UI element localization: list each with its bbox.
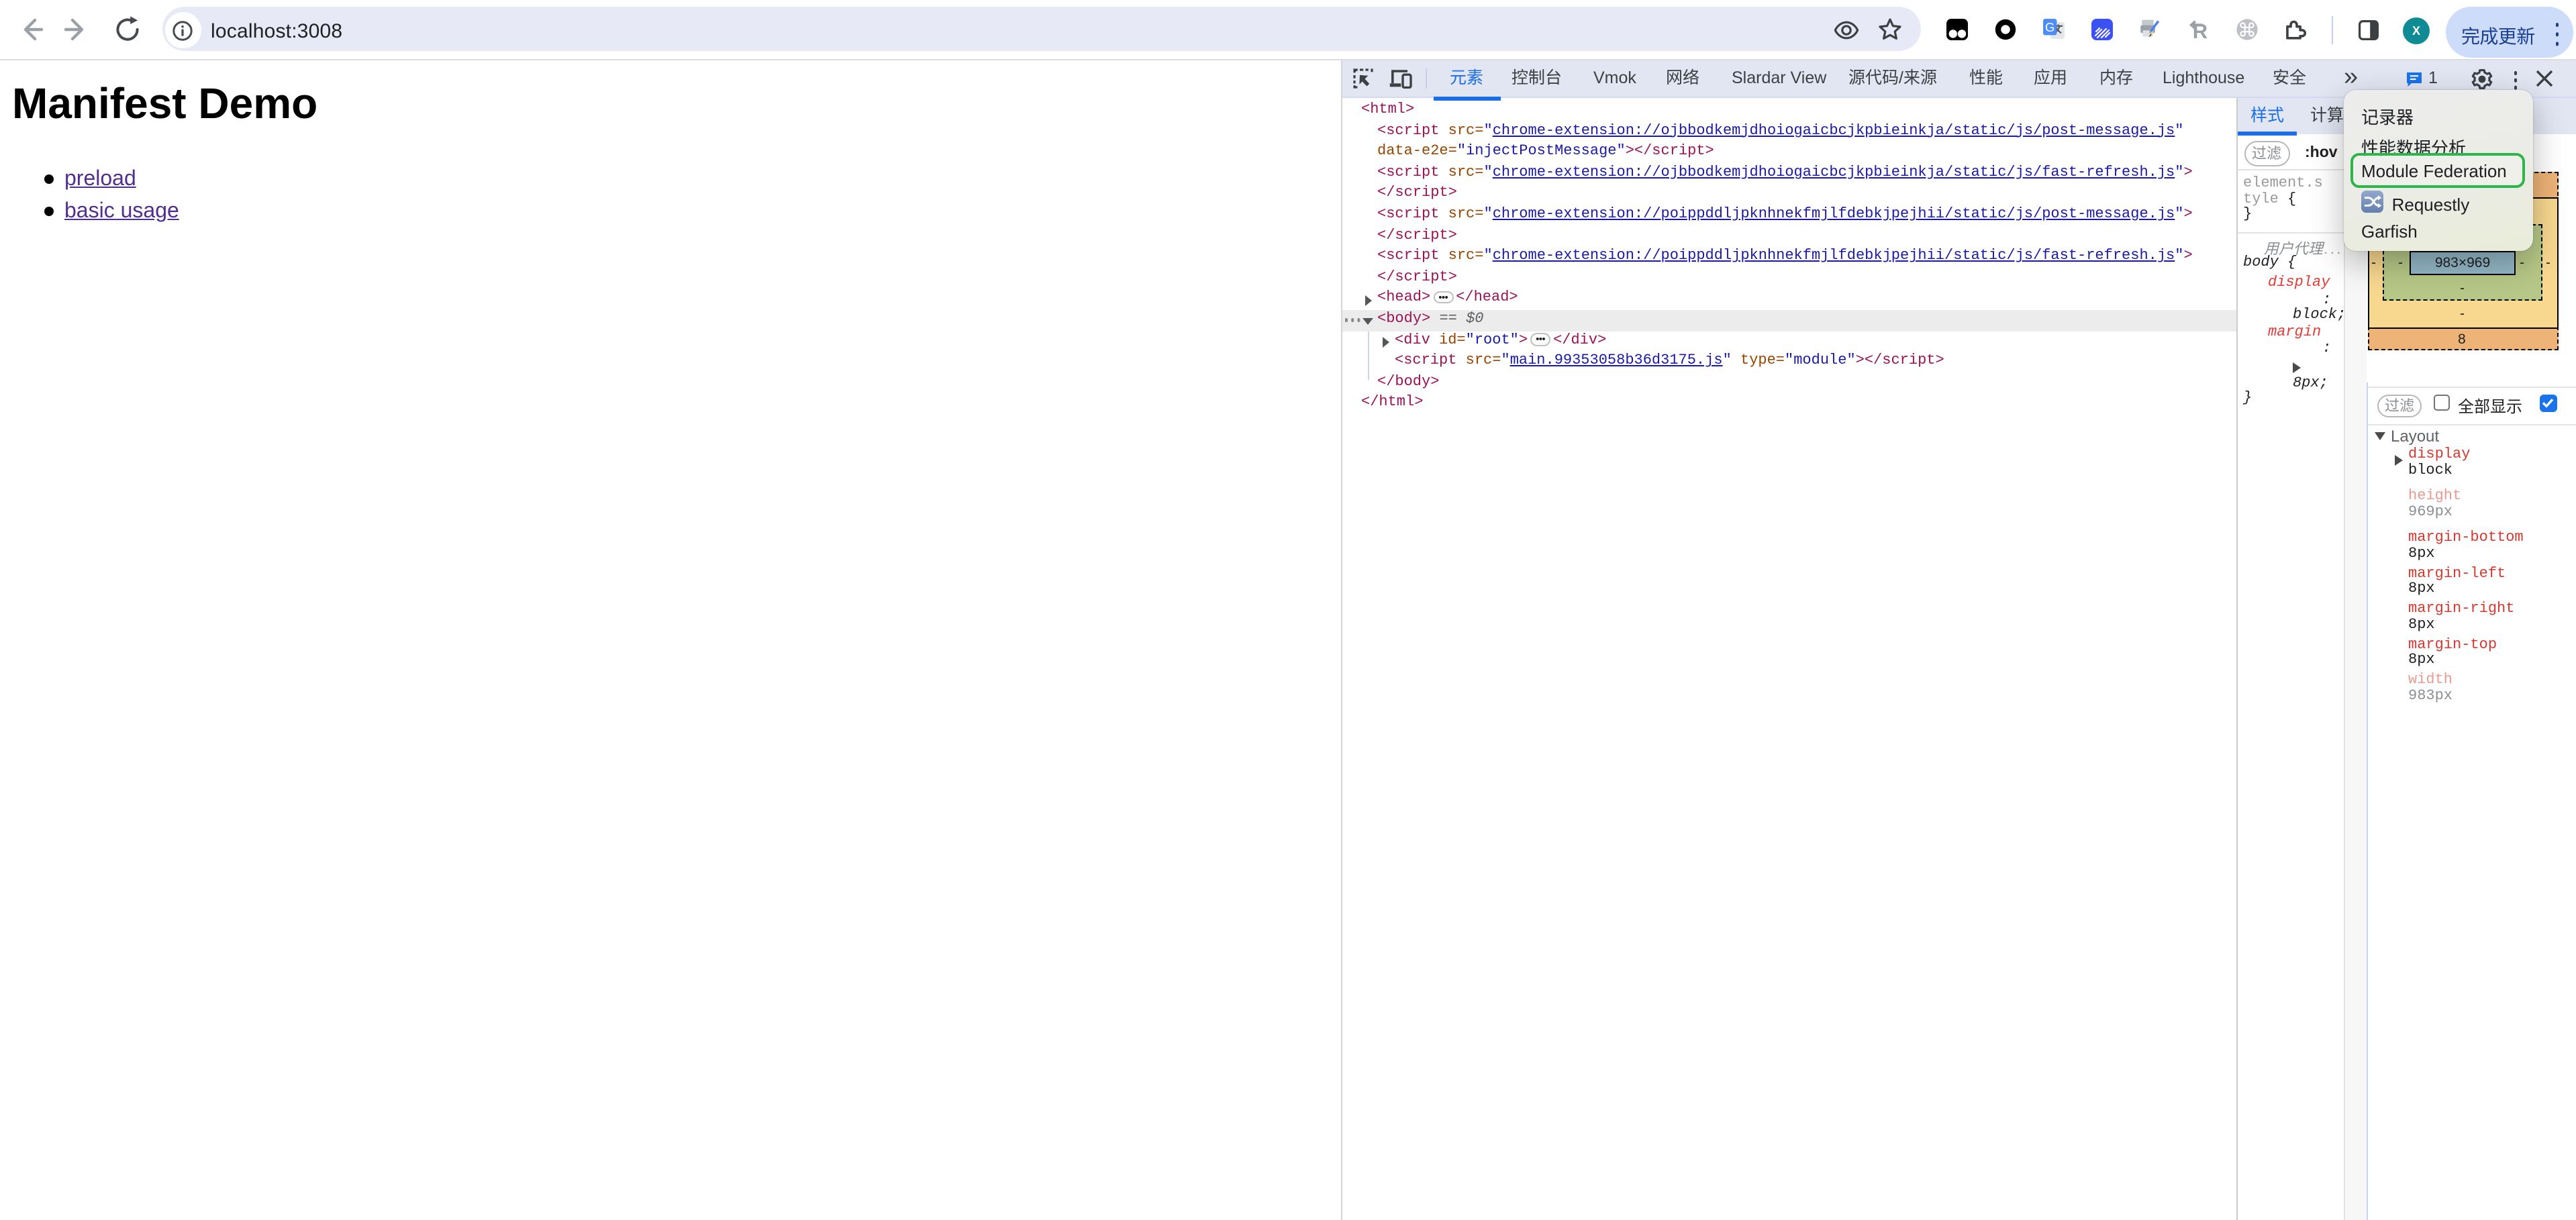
svg-text:G: G (2045, 20, 2054, 34)
